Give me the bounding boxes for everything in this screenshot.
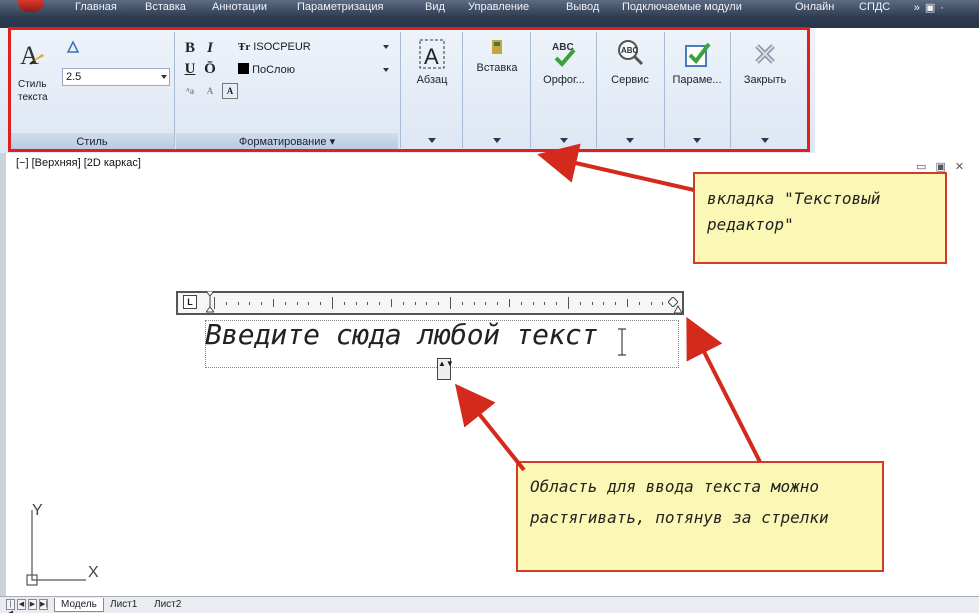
tab-sheet1[interactable]: Лист1 (104, 598, 143, 612)
last-tab-button[interactable]: ▶| (39, 599, 48, 610)
prev-tab-button[interactable]: ◀ (17, 599, 26, 610)
tab-model[interactable]: Модель (54, 598, 104, 612)
layout-tab-bar: |◀ ◀ ▶ ▶| Модель Лист1 Лист2 (0, 596, 979, 613)
tab-sheet2[interactable]: Лист2 (148, 598, 187, 612)
next-tab-button[interactable]: ▶ (28, 599, 37, 610)
arrow-to-ribbon (537, 143, 695, 192)
arrow-to-resize-handle (455, 383, 526, 472)
ucs-x-label: X (88, 564, 99, 581)
ucs-y-label: Y (32, 502, 43, 519)
ucs-icon: Y X (18, 500, 118, 590)
first-tab-button[interactable]: |◀ (6, 599, 15, 613)
arrow-to-ruler-handle (686, 316, 762, 463)
annotation-arrows (455, 143, 762, 472)
